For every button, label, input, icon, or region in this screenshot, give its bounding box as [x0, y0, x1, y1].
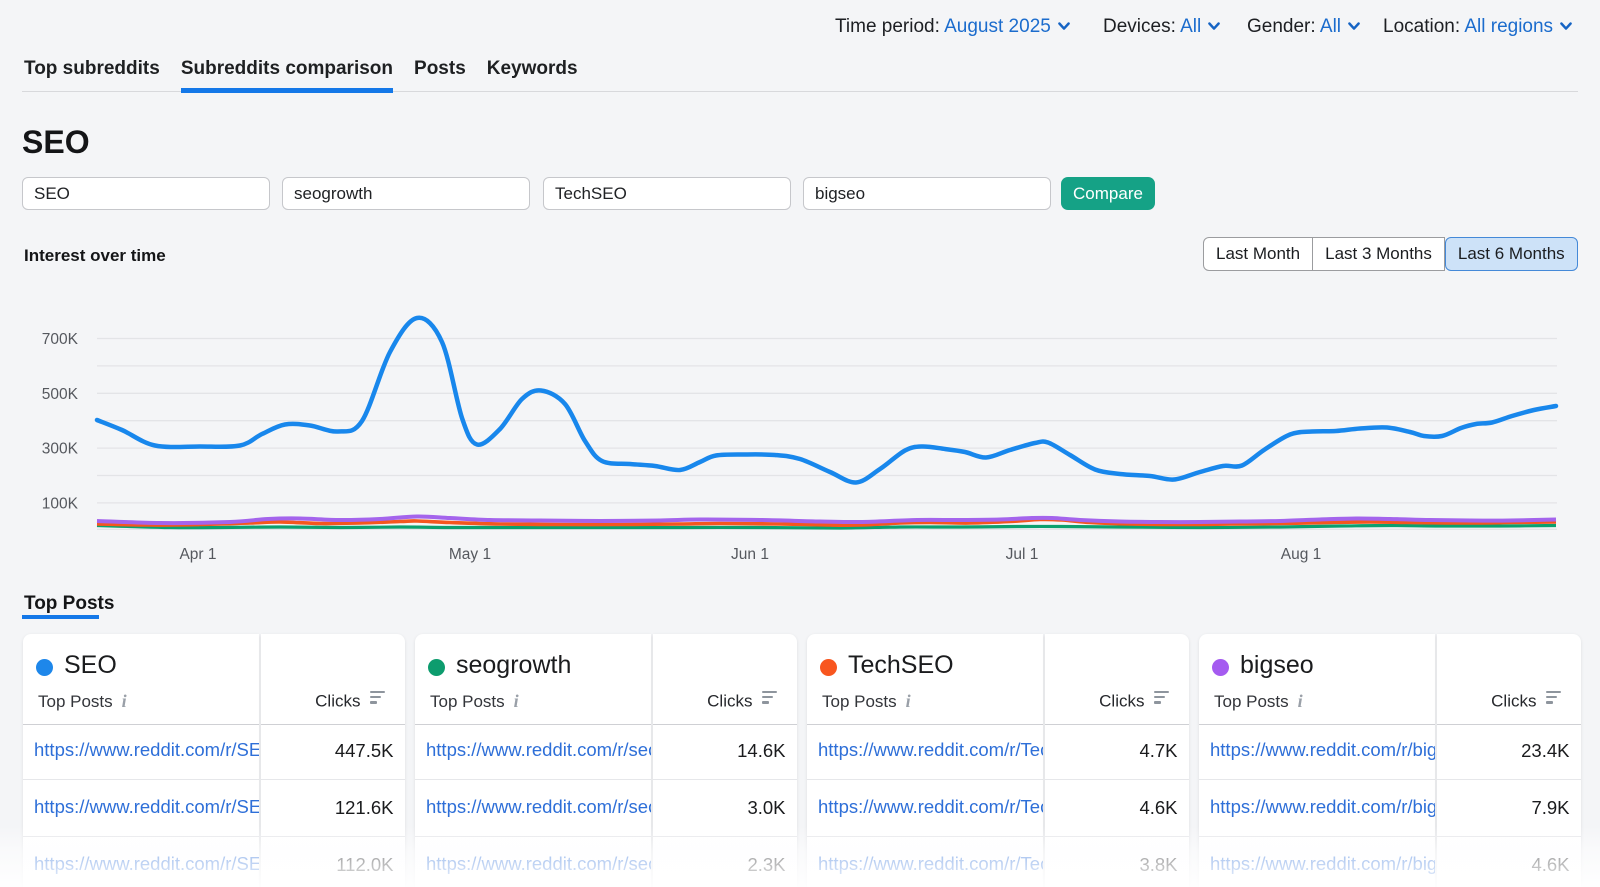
svg-text:300K: 300K — [42, 441, 79, 458]
svg-text:500K: 500K — [42, 386, 79, 403]
svg-text:Jul 1: Jul 1 — [1006, 546, 1039, 563]
svg-text:700K: 700K — [42, 331, 79, 348]
svg-text:Aug 1: Aug 1 — [1281, 546, 1322, 563]
svg-text:Jun 1: Jun 1 — [731, 546, 769, 563]
svg-text:May 1: May 1 — [449, 546, 491, 563]
svg-text:100K: 100K — [42, 495, 79, 512]
svg-text:Apr 1: Apr 1 — [179, 546, 216, 563]
